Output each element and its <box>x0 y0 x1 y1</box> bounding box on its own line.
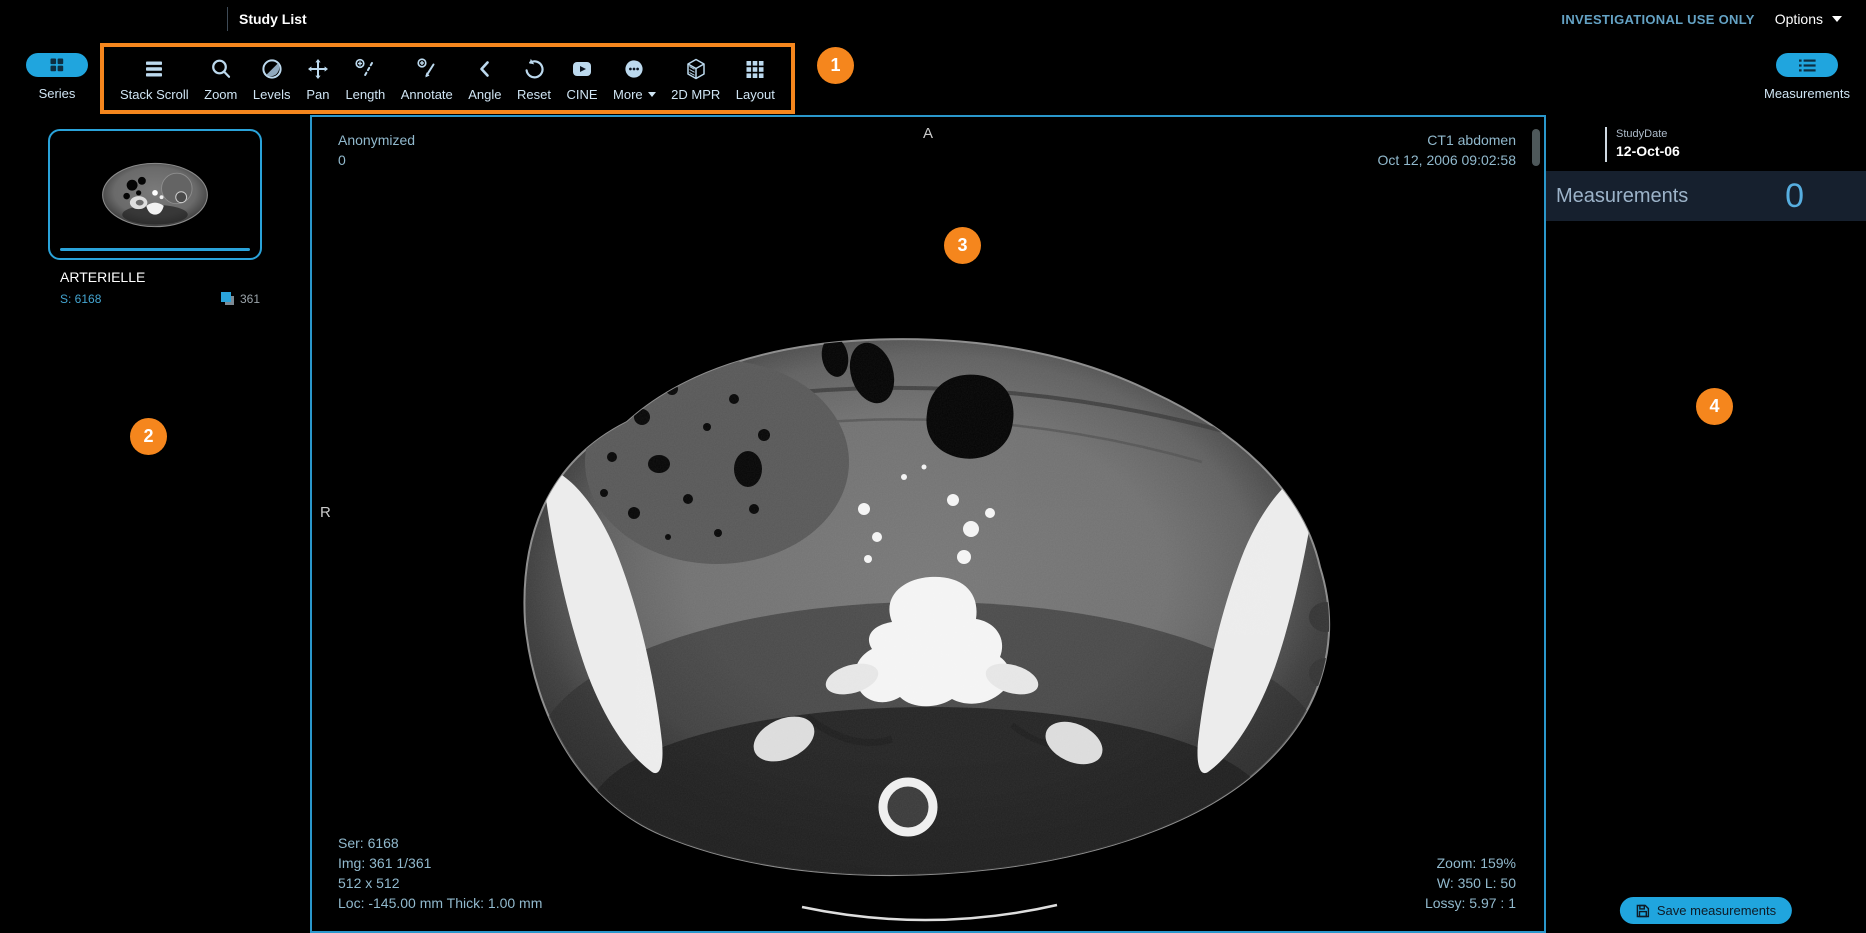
reset-icon <box>522 56 546 82</box>
study-date-block: StudyDate 12-Oct-06 <box>1605 127 1866 162</box>
tool-annotate[interactable]: Annotate <box>401 56 453 102</box>
measurements-header: Measurements 0 <box>1546 171 1866 221</box>
instance-count: 361 <box>239 291 260 306</box>
tool-pan[interactable]: Pan <box>306 56 330 102</box>
series-panel-label: Series <box>38 86 76 101</box>
options-menu-button[interactable]: Options <box>1775 11 1842 27</box>
measurements-panel: StudyDate 12-Oct-06 Measurements 0 Save … <box>1546 115 1866 933</box>
cine-icon <box>570 56 594 82</box>
tool-label: Length <box>345 86 386 102</box>
study-list-wrap: Study List <box>227 7 307 31</box>
chevron-down-icon <box>647 91 656 97</box>
tool-label: Zoom <box>204 86 238 102</box>
tool-2d-mpr[interactable]: 2D MPR <box>671 56 720 102</box>
study-list-link[interactable]: Study List <box>239 11 307 27</box>
instance-count-wrap: 361 <box>220 291 260 306</box>
image-stack-icon <box>220 292 234 305</box>
tool-layout[interactable]: Layout <box>736 56 775 102</box>
tool-more[interactable]: More <box>613 56 656 102</box>
series-thumbnail-image <box>95 150 215 239</box>
tool-label: Pan <box>306 86 330 102</box>
angle-icon <box>473 56 497 82</box>
tool-label: More <box>613 87 656 102</box>
annotate-icon <box>415 56 439 82</box>
active-viewport[interactable]: Anonymized 0 CT1 abdomen Oct 12, 2006 09… <box>310 115 1546 933</box>
options-label: Options <box>1774 11 1823 27</box>
stack-scroll-icon <box>142 56 166 82</box>
tool-angle[interactable]: Angle <box>468 56 502 102</box>
series-panel-toggle-group: Series <box>12 53 102 101</box>
series-panel-toggle-button[interactable] <box>26 53 88 77</box>
tool-length[interactable]: Length <box>345 56 385 102</box>
investigational-use-label: INVESTIGATIONAL USE ONLY <box>1561 11 1755 27</box>
thumbnail-scroll-indicator <box>60 248 250 251</box>
study-date-value: 12-Oct-06 <box>1616 143 1680 159</box>
length-icon <box>353 56 377 82</box>
measurements-panel-label: Measurements <box>1764 86 1850 101</box>
chevron-down-icon <box>1832 16 1842 22</box>
save-icon <box>1636 904 1650 917</box>
series-number: S: 6168 <box>60 291 102 306</box>
measurements-panel-toggle-group: Measurements <box>1762 53 1852 101</box>
series-thumbnail[interactable] <box>48 129 262 260</box>
series-sidebar: ARTERIELLE S: 6168 361 <box>0 115 310 933</box>
levels-icon <box>260 56 284 82</box>
viewport-scrollbar[interactable] <box>1532 129 1540 166</box>
toolbar: Series Stack Scroll Zoom Levels Pan Leng… <box>0 38 1866 115</box>
zoom-icon <box>209 56 233 82</box>
series-meta: S: 6168 361 <box>44 285 266 306</box>
measurements-count: 0 <box>1785 176 1804 215</box>
tool-label-text: More <box>613 86 643 102</box>
series-title: ARTERIELLE <box>60 269 146 285</box>
tool-label: CINE <box>566 86 598 102</box>
tool-label: Levels <box>252 86 291 102</box>
save-measurements-label: Save measurements <box>1656 903 1777 918</box>
tool-label: Layout <box>735 86 775 102</box>
tool-zoom[interactable]: Zoom <box>204 56 237 102</box>
top-bar: Study List INVESTIGATIONAL USE ONLY Opti… <box>0 0 1866 38</box>
series-info: ARTERIELLE S: 6168 361 <box>44 269 266 306</box>
list-icon <box>1798 59 1816 71</box>
measurements-title: Measurements <box>1556 184 1689 207</box>
tool-label: Angle <box>468 86 502 102</box>
pan-icon <box>306 56 330 82</box>
layout-grid-icon <box>743 56 767 82</box>
tool-levels[interactable]: Levels <box>252 56 291 102</box>
topbar-right: INVESTIGATIONAL USE ONLY Options <box>1561 11 1842 27</box>
tool-label: Stack Scroll <box>120 86 189 102</box>
tools-annotation-outline: Stack Scroll Zoom Levels Pan Length Anno… <box>100 43 795 114</box>
tool-label: Reset <box>517 86 551 102</box>
viewer-app: Study List INVESTIGATIONAL USE ONLY Opti… <box>0 0 1866 933</box>
save-measurements-button[interactable]: Save measurements <box>1619 897 1793 924</box>
ct-image <box>523 338 1331 922</box>
tool-reset[interactable]: Reset <box>517 56 551 102</box>
main-content: ARTERIELLE S: 6168 361 Anonymized 0 CT1 … <box>0 115 1866 933</box>
tool-cine[interactable]: CINE <box>566 56 598 102</box>
tool-label: 2D MPR <box>671 86 721 102</box>
measurements-panel-toggle-button[interactable] <box>1776 53 1838 77</box>
tool-label: Annotate <box>400 86 453 102</box>
mpr-cube-icon <box>684 56 708 82</box>
tool-stack-scroll[interactable]: Stack Scroll <box>120 56 189 102</box>
study-date-label: StudyDate <box>1616 128 1668 140</box>
grid-2x2-icon <box>50 58 64 72</box>
more-icon <box>622 56 646 82</box>
